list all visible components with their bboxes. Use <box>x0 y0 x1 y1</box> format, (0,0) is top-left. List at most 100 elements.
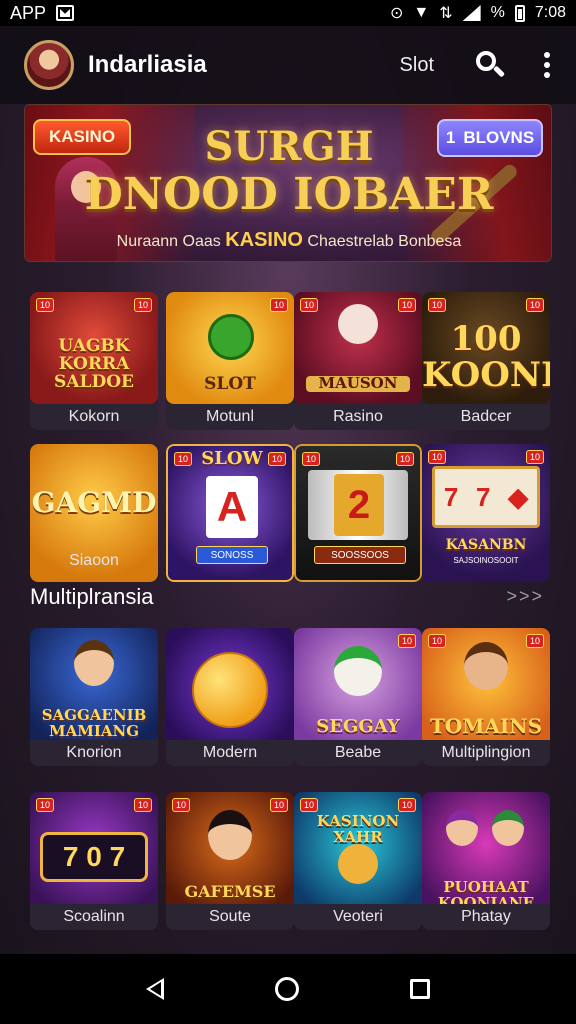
more-vert-icon <box>544 52 550 58</box>
game-art: 10 10 MAUSON <box>294 292 422 404</box>
game-art-text: GAFEMSE <box>184 882 276 901</box>
game-art-text: SLOT <box>204 374 256 394</box>
game-tile[interactable]: 10 SEGGAY Beabe <box>294 628 422 766</box>
game-art: 10 10 2 SOOSSOOS <box>294 444 422 582</box>
mail-icon <box>56 5 75 21</box>
badge-bonus-text: BLOVNS <box>463 128 535 147</box>
game-art-bar: SONOSS <box>196 546 268 564</box>
game-tile[interactable]: 10 10 KASINON XAHR Veoteri <box>294 792 422 930</box>
game-art: 10 10 TOMAINS <box>422 628 550 756</box>
system-nav-bar <box>0 954 576 1024</box>
game-art-bar: SAJSOINOSOOIT <box>453 556 519 565</box>
banner-badge-bonus[interactable]: 1 BLOVNS <box>437 119 543 157</box>
game-art: 10 10 KASINON XAHR <box>294 792 422 922</box>
game-art-text: UAGBK KORRA SALDOE <box>54 336 134 392</box>
slot-reels: 7 7 ◆ <box>432 466 540 528</box>
banner-subline-highlight: KASINO <box>225 229 303 251</box>
game-tile[interactable]: Modern <box>166 628 294 766</box>
battery-icon <box>514 4 525 22</box>
game-tile[interactable]: 10 SLOT Motunl <box>166 292 294 430</box>
bear-character-icon <box>338 844 378 884</box>
game-art: 10 10 SLOW A SONOSS <box>166 444 294 582</box>
game-art: PUOHAAT KOONIANE <box>422 792 550 922</box>
search-button[interactable] <box>474 49 506 81</box>
fox-character-icon <box>334 646 382 696</box>
game-label: Rasino <box>294 404 422 430</box>
game-label: Modern <box>166 740 294 766</box>
ball-icon <box>192 652 268 728</box>
game-art-bar: SOOSSOOS <box>314 546 406 564</box>
slot-logo-icon <box>208 314 254 360</box>
game-label: Knorion <box>30 740 158 766</box>
game-label: Scoalinn <box>30 904 158 930</box>
more-menu-button[interactable] <box>542 52 552 78</box>
game-label: Phatay <box>422 904 550 930</box>
game-tile[interactable]: 10 10 GAFEMSE Soute <box>166 792 294 930</box>
game-tile[interactable]: 10 10 7 0 7 Scoalinn <box>30 792 158 930</box>
game-art-text: TOMAINS <box>429 714 543 738</box>
recents-icon[interactable] <box>410 979 431 999</box>
character-face-icon <box>208 810 252 860</box>
game-art <box>166 628 294 756</box>
game-art: SAGGAENIB MAMIANG <box>30 628 158 756</box>
signal-icon <box>462 5 481 21</box>
game-tile[interactable]: 10 10 2 SOOSSOOS <box>294 444 422 582</box>
tab-slot[interactable]: Slot <box>400 54 434 77</box>
game-art-text: MAUSON <box>306 375 410 392</box>
game-label: Motunl <box>166 404 294 430</box>
game-tile[interactable]: 10 10 SLOW A SONOSS <box>166 444 294 582</box>
game-tile[interactable]: 10 10 UAGBK KORRA SALDOE Kokorn <box>30 292 158 430</box>
banner-subline: Nuraann Oaas KASINO Chaestrelab Bonbesa <box>116 229 462 251</box>
game-tile[interactable]: PUOHAAT KOONIANE Phatay <box>422 792 550 930</box>
vibrate-icon: ⇅ <box>439 5 453 22</box>
game-art-text: 100 KOONICAS <box>422 319 550 395</box>
card-ace: A <box>206 476 258 538</box>
game-tile[interactable]: 1010 100 KOONICAS Badcer <box>422 292 550 430</box>
game-art: 1010 100 KOONICAS <box>422 292 550 404</box>
game-art: 10 10 GAFEMSE <box>166 792 294 922</box>
promo-banner[interactable]: SURGH DNOOD IOBAER KASINO 1 BLOVNS Nuraa… <box>24 104 552 262</box>
game-art: 10 10 7 0 7 <box>30 792 158 922</box>
game-art: 10 10 UAGBK KORRA SALDOE <box>30 292 158 404</box>
alarm-icon: ⊙ <box>389 5 404 22</box>
game-label: Badcer <box>422 404 550 430</box>
back-icon[interactable] <box>145 978 164 1000</box>
game-art: 10 SLOT <box>166 292 294 404</box>
game-art-text: GAGMD <box>31 486 157 519</box>
game-label: Kokorn <box>30 404 158 430</box>
network-text: % <box>490 4 505 21</box>
slot-machine-reels: 7 0 7 <box>40 832 148 882</box>
game-tile[interactable]: SAGGAENIB MAMIANG Knorion <box>30 628 158 766</box>
game-tile[interactable]: 10 10 MAUSON Rasino <box>294 292 422 430</box>
game-art-text: SLOW <box>201 448 263 469</box>
game-art: 10 SEGGAY <box>294 628 422 756</box>
reel-number: 2 <box>334 474 384 536</box>
section-title: Multiplransia <box>30 584 154 609</box>
badge-bonus-number: 1 <box>445 128 456 147</box>
home-icon[interactable] <box>274 977 299 1001</box>
game-tile[interactable]: 10 10 7 7 ◆ KASANBN SAJSOINOSOOIT <box>422 444 550 582</box>
app-title: Indarliasia <box>88 51 207 78</box>
app-header: Indarliasia Slot <box>0 26 576 104</box>
game-label: Veoteri <box>294 904 422 930</box>
game-label: Soute <box>166 904 294 930</box>
game-tile[interactable]: GAGMD Siaoon <box>30 444 158 582</box>
game-label: Beabe <box>294 740 422 766</box>
game-tile[interactable]: 10 10 TOMAINS Multiplingion <box>422 628 550 766</box>
status-bar: APP ⊙ ▼ ⇅ % 7:08 <box>0 0 576 26</box>
avatar[interactable] <box>24 40 74 90</box>
wifi-icon: ▼ <box>413 4 430 21</box>
game-art-text: SEGGAY <box>316 716 400 737</box>
game-label: Multiplingion <box>422 740 550 766</box>
game-art-text: SAGGAENIB MAMIANG <box>41 706 147 740</box>
banner-badge-kasino[interactable]: KASINO <box>33 119 131 155</box>
status-app-label: APP <box>10 2 47 23</box>
character-face-icon <box>446 810 478 846</box>
character-face-icon <box>338 304 378 344</box>
banner-headline-2: DNOOD IOBAER <box>84 169 494 220</box>
game-art-text: KASINON XAHR <box>316 812 400 846</box>
character-face-icon <box>464 642 508 690</box>
game-art: 10 10 7 7 ◆ KASANBN SAJSOINOSOOIT <box>422 444 550 582</box>
section-more-link[interactable]: >>> <box>506 586 544 607</box>
app-screen: Indarliasia Slot SURGH DNOOD IOBAER KASI… <box>0 26 576 954</box>
